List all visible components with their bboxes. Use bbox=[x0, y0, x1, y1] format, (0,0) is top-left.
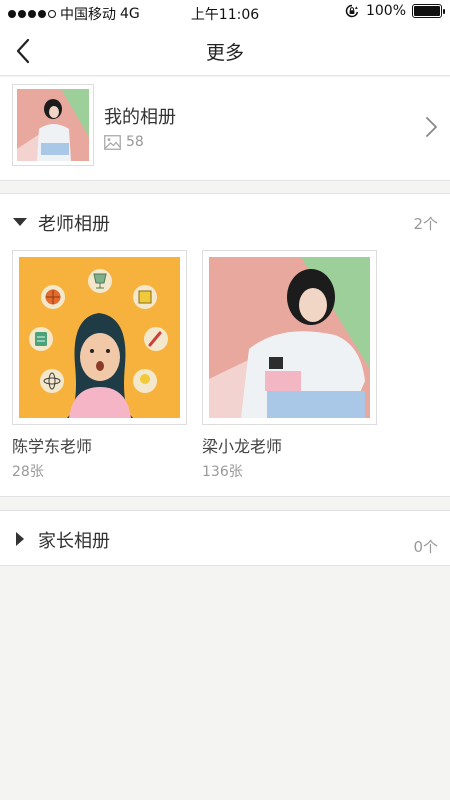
album-name: 陈学东老师 bbox=[12, 437, 93, 456]
chevron-right-icon bbox=[426, 117, 437, 137]
my-album-photo bbox=[17, 89, 89, 161]
teacher-albums-count: 2个 bbox=[413, 215, 438, 233]
my-album-thumbnail bbox=[12, 84, 94, 166]
my-album-title: 我的相册 bbox=[104, 107, 176, 128]
battery-percent: 100% bbox=[365, 3, 406, 19]
triangle-right-icon bbox=[16, 532, 24, 546]
parent-albums-count: 0个 bbox=[413, 538, 438, 556]
album-thumbnail bbox=[202, 250, 377, 425]
nav-bar: 更多 bbox=[0, 26, 450, 76]
my-album-card[interactable]: 我的相册 58 bbox=[0, 77, 450, 181]
parent-albums-title: 家长相册 bbox=[38, 531, 110, 552]
parent-albums-section[interactable]: 家长相册 0个 bbox=[0, 510, 450, 566]
status-bar: 中国移动 4G 上午11:06 100% bbox=[0, 0, 450, 26]
album-photo bbox=[19, 257, 180, 418]
status-bar-right: 100% bbox=[344, 3, 445, 19]
image-icon bbox=[104, 134, 121, 150]
rotation-lock-icon bbox=[345, 4, 359, 18]
teacher-albums-title: 老师相册 bbox=[38, 214, 110, 235]
my-album-count: 58 bbox=[104, 134, 144, 150]
album-name: 梁小龙老师 bbox=[202, 437, 283, 456]
parent-albums-header[interactable]: 家长相册 0个 bbox=[0, 511, 450, 567]
album-count: 136张 bbox=[202, 464, 243, 480]
teacher-albums-section: 老师相册 2个 陈学东老师 28张 梁小龙老师 136张 bbox=[0, 193, 450, 497]
triangle-down-icon bbox=[13, 218, 27, 226]
album-photo bbox=[209, 257, 370, 418]
my-album-count-value: 58 bbox=[126, 134, 144, 150]
album-item[interactable]: 梁小龙老师 136张 bbox=[202, 250, 377, 481]
album-count: 28张 bbox=[12, 464, 44, 480]
album-item[interactable]: 陈学东老师 28张 bbox=[12, 250, 187, 481]
album-thumbnail bbox=[12, 250, 187, 425]
teacher-albums-header[interactable]: 老师相册 2个 bbox=[0, 194, 450, 250]
battery-fill bbox=[414, 6, 440, 16]
page-title: 更多 bbox=[205, 42, 244, 64]
battery-icon bbox=[412, 4, 445, 18]
